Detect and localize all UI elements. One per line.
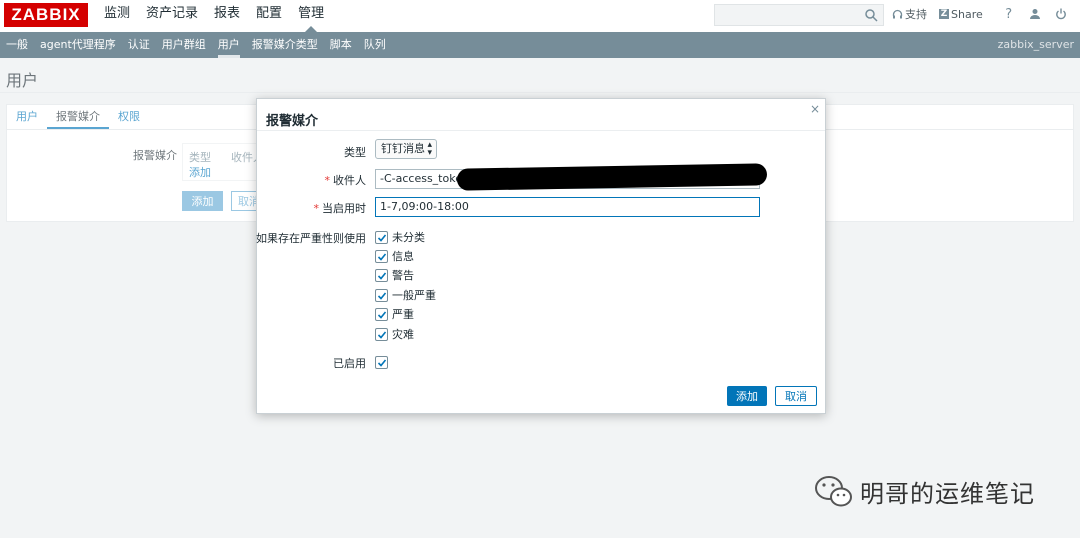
check-icon xyxy=(377,310,387,319)
submenu-user-groups[interactable]: 用户群组 xyxy=(156,32,212,58)
dialog-title-divider xyxy=(257,130,825,131)
close-icon[interactable]: × xyxy=(810,102,820,116)
menu-administration[interactable]: 管理 xyxy=(290,0,332,32)
type-label: 类型 xyxy=(344,146,366,159)
severity-disaster[interactable]: 灾难 xyxy=(375,326,414,342)
enabled-label: 已启用 xyxy=(333,357,366,370)
user-profile-icon[interactable] xyxy=(1027,6,1043,22)
server-name: zabbix_server xyxy=(997,38,1074,51)
search-input[interactable] xyxy=(714,4,884,26)
submenu-authentication[interactable]: 认证 xyxy=(122,32,156,58)
dialog-title: 报警媒介 xyxy=(266,114,319,129)
dialog-add-button[interactable]: 添加 xyxy=(727,386,767,406)
recipient-label-text: 收件人 xyxy=(333,174,366,187)
when-active-input[interactable]: 1-7,09:00-18:00 xyxy=(375,197,760,217)
recipient-label: * 收件人 xyxy=(325,172,367,188)
check-icon xyxy=(377,233,387,242)
submenu-proxies[interactable]: agent代理程序 xyxy=(34,32,122,58)
submenu-general[interactable]: 一般 xyxy=(0,32,34,58)
menu-monitoring[interactable]: 监测 xyxy=(96,0,138,32)
top-links: 支持 Z Share ? xyxy=(892,0,1073,28)
dialog-cancel-button[interactable]: 取消 xyxy=(775,386,817,406)
severity-label-text: 未分类 xyxy=(392,231,425,244)
watermark-text: 明哥的运维笔记 xyxy=(860,480,1035,508)
checkbox[interactable] xyxy=(375,307,388,321)
severity-not-classified[interactable]: 未分类 xyxy=(375,229,425,245)
help-icon[interactable]: ? xyxy=(1001,6,1017,22)
type-select[interactable]: 钉钉消息 ▴ ▾ xyxy=(375,139,437,159)
severity-label-text: 严重 xyxy=(392,308,414,321)
menu-configuration[interactable]: 配置 xyxy=(248,0,290,32)
watermark: 明哥的运维笔记 xyxy=(814,474,1035,509)
support-label: 支持 xyxy=(905,8,927,21)
check-icon xyxy=(377,252,387,261)
menu-reports[interactable]: 报表 xyxy=(206,0,248,32)
severity-label-text: 警告 xyxy=(392,269,414,282)
top-header: ZABBIX 监测 资产记录 报表 配置 管理 支持 Z Share ? xyxy=(0,0,1080,32)
checkbox[interactable] xyxy=(375,327,388,341)
enabled-checkbox[interactable] xyxy=(375,355,388,369)
severity-label-text: 灾难 xyxy=(392,328,414,341)
when-active-label-text: 当启用时 xyxy=(322,202,366,215)
headset-icon xyxy=(892,9,903,18)
checkbox[interactable] xyxy=(375,230,388,244)
required-marker: * xyxy=(324,174,331,187)
main-menu: 监测 资产记录 报表 配置 管理 xyxy=(96,0,332,32)
logout-icon[interactable] xyxy=(1053,6,1069,22)
share-link[interactable]: Z Share xyxy=(939,8,983,21)
submenu-media-types[interactable]: 报警媒介类型 xyxy=(246,32,324,58)
severity-high[interactable]: 严重 xyxy=(375,306,414,322)
checkbox[interactable] xyxy=(375,288,388,302)
when-active-label: * 当启用时 xyxy=(314,200,367,216)
severity-warning[interactable]: 警告 xyxy=(375,267,414,283)
search-icon[interactable] xyxy=(864,8,878,22)
checkbox[interactable] xyxy=(375,249,388,263)
zabbix-logo[interactable]: ZABBIX xyxy=(4,3,88,27)
submenu-queue[interactable]: 队列 xyxy=(358,32,392,58)
submenu-users[interactable]: 用户 xyxy=(212,32,246,58)
select-arrows-icon: ▴ ▾ xyxy=(427,140,432,158)
sub-menu: 一般 agent代理程序 认证 用户群组 用户 报警媒介类型 脚本 队列 zab… xyxy=(0,32,1080,58)
menu-inventory[interactable]: 资产记录 xyxy=(138,0,206,32)
severity-label-text: 一般严重 xyxy=(392,289,436,302)
severity-label-text: 信息 xyxy=(392,250,414,263)
wechat-icon xyxy=(815,475,852,506)
check-icon xyxy=(377,358,387,367)
required-marker: * xyxy=(313,202,320,215)
severity-average[interactable]: 一般严重 xyxy=(375,287,436,303)
severity-information[interactable]: 信息 xyxy=(375,248,414,264)
check-icon xyxy=(377,291,387,300)
check-icon xyxy=(377,271,387,280)
support-link[interactable]: 支持 xyxy=(892,6,927,22)
type-select-value: 钉钉消息 xyxy=(381,142,425,155)
checkbox[interactable] xyxy=(375,268,388,282)
share-label: Share xyxy=(951,7,983,21)
share-icon: Z xyxy=(939,9,949,19)
check-icon xyxy=(377,330,387,339)
severity-label: 如果存在严重性则使用 xyxy=(256,232,366,245)
submenu-scripts[interactable]: 脚本 xyxy=(324,32,358,58)
enabled-toggle[interactable] xyxy=(375,354,392,370)
media-dialog: 报警媒介 × 类型 钉钉消息 ▴ ▾ * 收件人 -C-access_token= … xyxy=(256,98,826,414)
